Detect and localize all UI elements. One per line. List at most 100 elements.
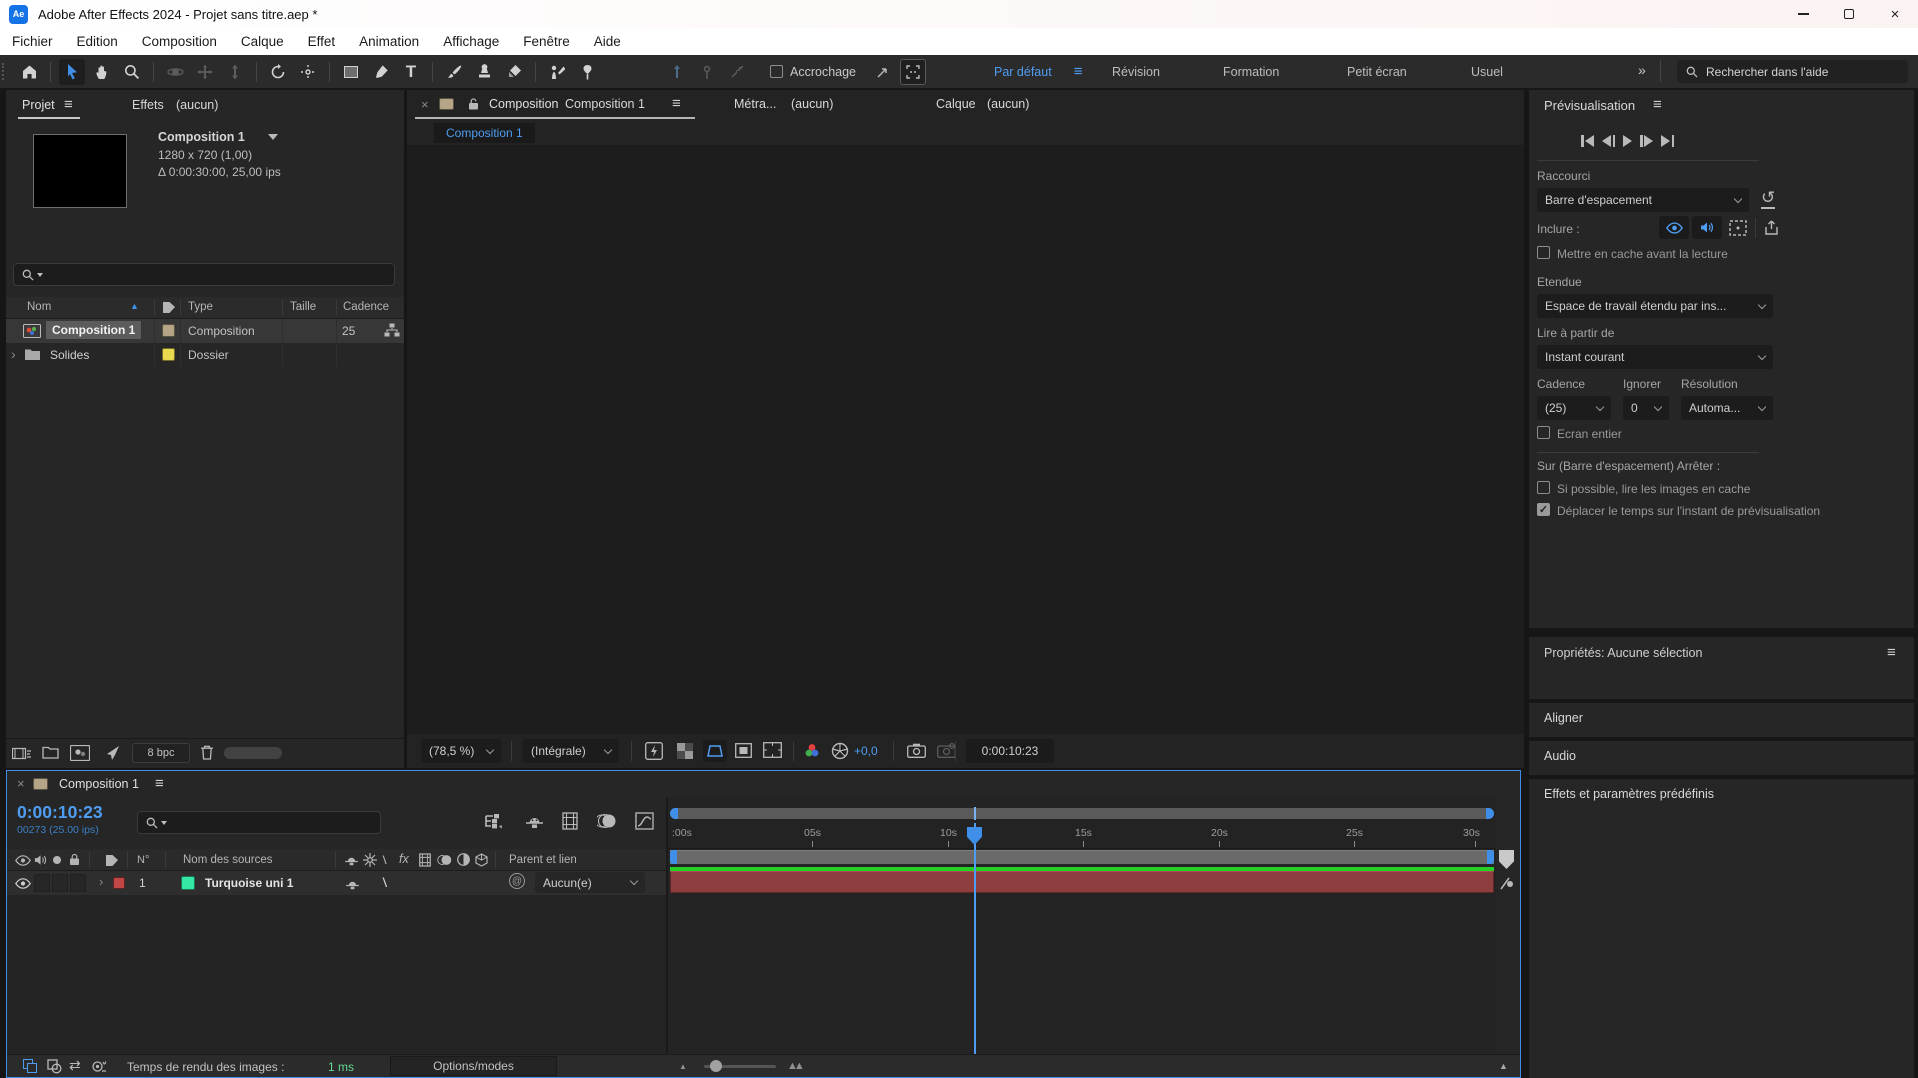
- channels-icon[interactable]: [803, 742, 821, 760]
- hand-tool-icon[interactable]: [89, 59, 115, 85]
- trash-icon[interactable]: [200, 744, 214, 761]
- transparency-grid-icon[interactable]: [677, 743, 693, 759]
- project-row-solides[interactable]: › Solides Dossier: [6, 343, 404, 367]
- snail-performance-icon[interactable]: [91, 1059, 107, 1073]
- switch-quality-icon[interactable]: \: [383, 853, 387, 867]
- viewer-panel-menu-icon[interactable]: ≡: [672, 95, 681, 112]
- zoom-out-mountain-icon[interactable]: ▲: [679, 1062, 687, 1071]
- playhead-line[interactable]: [974, 823, 976, 1054]
- label-color-swatch[interactable]: [162, 324, 175, 337]
- layer-duration-bar[interactable]: [670, 871, 1494, 893]
- layer-expand-chevron-icon[interactable]: ›: [99, 874, 103, 889]
- audio-panel[interactable]: Audio: [1529, 741, 1914, 775]
- column-header-taille[interactable]: Taille: [290, 301, 316, 313]
- options-modes-button[interactable]: Options/modes: [390, 1056, 557, 1076]
- draft-3d-icon[interactable]: [47, 1059, 62, 1074]
- layer-audio-cell[interactable]: [34, 874, 50, 892]
- work-area-bar[interactable]: [670, 850, 1494, 864]
- workspace-tab-revision[interactable]: Révision: [1112, 55, 1160, 88]
- layer-source-color-swatch[interactable]: [181, 876, 195, 890]
- lock-column-icon[interactable]: [69, 853, 80, 866]
- selection-tool-icon[interactable]: [59, 58, 85, 85]
- search-dropdown-icon[interactable]: [37, 272, 43, 277]
- project-search-box[interactable]: [13, 263, 395, 286]
- viewer-tab-name[interactable]: Composition 1: [565, 97, 645, 111]
- project-row-composition[interactable]: Composition 1 Composition 25: [6, 319, 404, 343]
- fast-preview-icon[interactable]: [645, 742, 663, 760]
- column-header-nom[interactable]: Nom: [27, 301, 51, 313]
- rectangle-tool-icon[interactable]: [338, 59, 364, 85]
- interpret-footage-icon[interactable]: [12, 746, 32, 761]
- new-folder-icon[interactable]: [42, 746, 59, 759]
- minimize-button[interactable]: [1780, 0, 1826, 28]
- close-button[interactable]: ×: [1872, 0, 1918, 28]
- properties-title[interactable]: Propriétés: Aucune sélection: [1544, 646, 1702, 660]
- play-from-dropdown[interactable]: Instant courant: [1537, 345, 1773, 369]
- resolution-dropdown[interactable]: (Intégrale): [523, 739, 619, 763]
- work-area-start-handle[interactable]: [670, 850, 677, 864]
- resolution-preview-dropdown[interactable]: Automa...: [1681, 396, 1773, 420]
- switch-fx-icon[interactable]: fx: [399, 852, 409, 866]
- workspace-tab-par-defaut[interactable]: Par défaut ≡: [994, 55, 1082, 88]
- adjust-icon[interactable]: [104, 745, 121, 761]
- home-tool-icon[interactable]: [16, 59, 42, 85]
- include-audio-button[interactable]: [1692, 216, 1722, 239]
- reset-icon[interactable]: ↺: [1761, 188, 1776, 209]
- panel-group-color-swatch[interactable]: [439, 98, 454, 110]
- label-column-icon[interactable]: [105, 854, 119, 867]
- effects-presets-panel[interactable]: Effets et paramètres prédéfinis: [1529, 779, 1914, 1078]
- switch-3d-icon[interactable]: [475, 853, 488, 867]
- column-header-type[interactable]: Type: [188, 301, 213, 313]
- switch-collapse-icon[interactable]: [363, 853, 377, 867]
- region-of-interest-icon[interactable]: [735, 743, 752, 758]
- menu-affichage[interactable]: Affichage: [431, 34, 511, 49]
- project-panel-menu-icon[interactable]: ≡: [64, 96, 73, 113]
- item-name[interactable]: Solides: [50, 348, 89, 362]
- frame-blending-icon[interactable]: [562, 812, 578, 830]
- range-dropdown[interactable]: Espace de travail étendu par ins...: [1537, 294, 1773, 318]
- column-number[interactable]: N°: [137, 854, 149, 866]
- roto-brush-tool-icon[interactable]: [544, 59, 570, 85]
- timeline-tab-name[interactable]: Composition 1: [59, 777, 139, 791]
- zoom-tool-icon[interactable]: [119, 59, 145, 85]
- menu-edition[interactable]: Edition: [65, 34, 130, 49]
- guides-safe-areas-icon[interactable]: [763, 742, 782, 758]
- comp-marker-bin-icon[interactable]: [1499, 850, 1514, 869]
- timeline-timecode[interactable]: 0:00:10:23: [17, 802, 103, 823]
- include-overlays-icon[interactable]: [1729, 220, 1747, 236]
- viewer-canvas[interactable]: [407, 145, 1524, 734]
- switch-frame-blend-icon[interactable]: [419, 853, 431, 867]
- item-flag-chevron-icon[interactable]: [268, 134, 278, 140]
- clone-stamp-tool-icon[interactable]: [471, 59, 497, 85]
- layer-solo-cell[interactable]: [52, 874, 68, 892]
- skip-dropdown[interactable]: 0: [1623, 396, 1669, 420]
- panel-group-color-swatch[interactable]: [33, 778, 48, 790]
- item-name[interactable]: Composition 1: [46, 321, 142, 339]
- zoom-dropdown[interactable]: (78,5 %): [421, 739, 501, 763]
- comp-button-icon[interactable]: [1499, 875, 1514, 891]
- layer-quality-icon[interactable]: \: [382, 875, 387, 890]
- shortcut-dropdown[interactable]: Barre d'espacement: [1537, 188, 1749, 212]
- properties-menu-icon[interactable]: ≡: [1887, 644, 1896, 661]
- tab-projet[interactable]: Projet: [22, 98, 55, 112]
- preview-title[interactable]: Prévisualisation: [1544, 98, 1635, 113]
- new-composition-icon[interactable]: [70, 745, 90, 761]
- puppet-pin-tool-icon[interactable]: [574, 59, 600, 85]
- menu-fichier[interactable]: Fichier: [0, 34, 65, 49]
- column-parent[interactable]: Parent et lien: [509, 854, 577, 866]
- search-dropdown-icon[interactable]: [161, 820, 167, 825]
- fullscreen-checkbox[interactable]: [1537, 426, 1550, 439]
- exposure-value[interactable]: +0,0: [854, 744, 878, 758]
- close-tab-icon[interactable]: ×: [17, 776, 25, 791]
- graph-editor-icon[interactable]: [635, 812, 654, 830]
- workspace-tab-usuel[interactable]: Usuel: [1471, 55, 1503, 88]
- horizontal-scrollbar[interactable]: [224, 747, 282, 759]
- menu-calque[interactable]: Calque: [229, 34, 296, 49]
- motion-blur-icon[interactable]: [597, 813, 616, 829]
- bit-depth-button[interactable]: 8 bpc: [132, 743, 190, 763]
- pen-tool-icon[interactable]: [368, 59, 394, 85]
- workspace-tab-formation[interactable]: Formation: [1223, 55, 1279, 88]
- previous-frame-button[interactable]: [1602, 135, 1615, 147]
- timeline-navigator-bar[interactable]: [670, 808, 1494, 819]
- label-color-column-icon[interactable]: [162, 301, 176, 314]
